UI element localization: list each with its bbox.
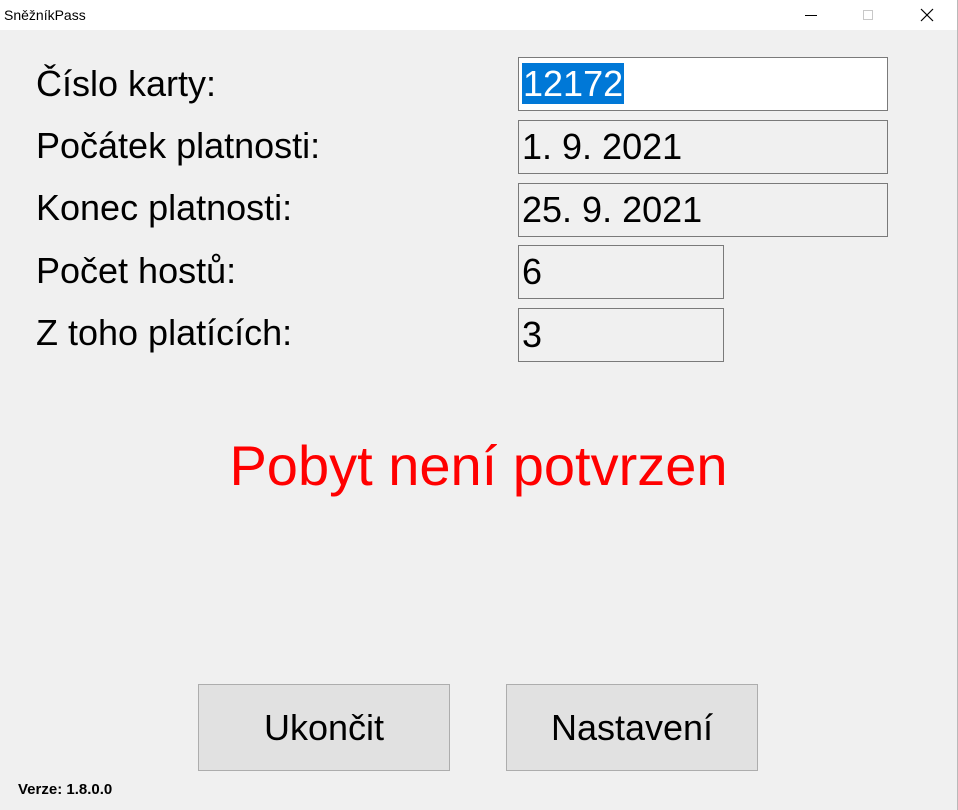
paying-count-field: 3 [518,308,724,362]
close-button[interactable] [904,0,950,30]
card-number-label: Číslo karty: [36,63,217,104]
valid-from-label: Počátek platnosti: [36,125,321,166]
maximize-button[interactable] [845,0,891,30]
card-number-input[interactable]: 12172 [518,57,888,111]
minimize-icon [805,14,817,16]
card-number-value[interactable]: 12172 [522,63,625,104]
minimize-button[interactable] [788,0,834,30]
title-bar[interactable]: SněžníkPass [0,0,957,30]
maximize-icon [863,10,873,20]
valid-to-value: 25. 9. 2021 [522,189,703,230]
guest-count-label: Počet hostů: [36,250,237,291]
guest-count-value: 6 [522,251,543,292]
app-window: SněžníkPass Číslo karty: 12172 Počátek p… [0,0,958,810]
paying-count-label: Z toho platících: [36,312,293,353]
window-title: SněžníkPass [4,7,86,23]
close-icon [920,8,934,22]
valid-from-value: 1. 9. 2021 [522,126,683,167]
valid-to-field: 25. 9. 2021 [518,183,888,237]
valid-from-field: 1. 9. 2021 [518,120,888,174]
stay-status-message: Pobyt není potvrzen [229,434,728,497]
version-label: Verze: 1.8.0.0 [18,781,113,798]
exit-button[interactable]: Ukončit [198,684,450,771]
settings-button[interactable]: Nastavení [506,684,758,771]
valid-to-label: Konec platnosti: [36,187,293,228]
paying-count-value: 3 [522,314,543,355]
guest-count-field: 6 [518,245,724,299]
